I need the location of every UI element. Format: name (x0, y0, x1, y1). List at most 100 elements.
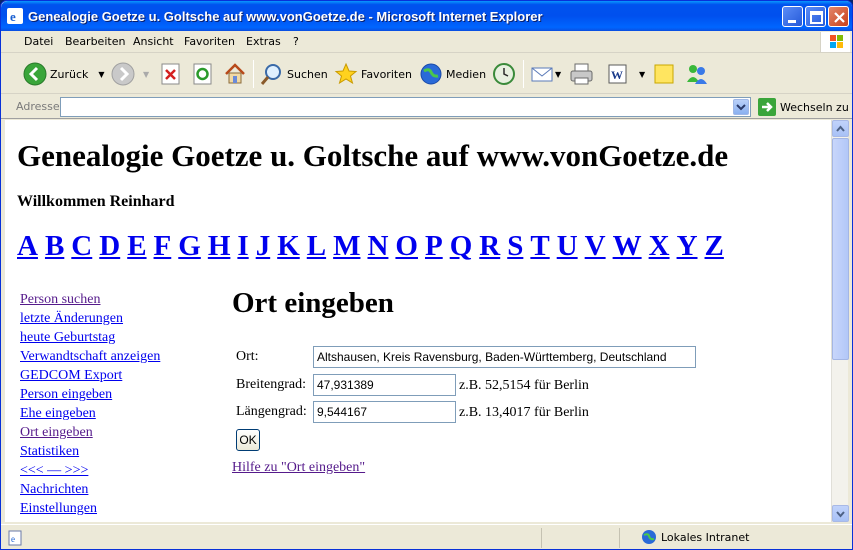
home-button[interactable] (223, 59, 247, 89)
alphabet-link-q[interactable]: Q (450, 230, 473, 262)
latitude-hint: z.B. 52,5154 für Berlin (459, 378, 589, 393)
ie-logo-icon: e (7, 8, 23, 24)
maximize-button[interactable] (805, 6, 826, 27)
alphabet-link-z[interactable]: Z (705, 230, 724, 262)
alphabet-link-m[interactable]: M (333, 230, 360, 262)
longitude-label: Längengrad: (236, 404, 307, 419)
alphabet-link-s[interactable]: S (507, 230, 523, 262)
nav-link[interactable]: heute Geburtstag (20, 328, 160, 347)
alphabet-link-k[interactable]: K (277, 230, 300, 262)
intranet-globe-icon (642, 530, 656, 544)
status-panel (619, 528, 641, 548)
nav-link[interactable]: Verwandtschaft anzeigen (20, 347, 160, 366)
menu-bearbeiten[interactable]: Bearbeiten (65, 35, 125, 48)
menu-ansicht[interactable]: Ansicht (133, 35, 174, 48)
menu-extras[interactable]: Extras (246, 35, 281, 48)
alphabet-link-g[interactable]: G (178, 230, 201, 262)
svg-text:e: e (11, 534, 15, 544)
stop-button[interactable] (160, 59, 182, 89)
home-icon (225, 63, 245, 84)
alphabet-link-d[interactable]: D (99, 230, 120, 262)
favorites-label: Favoriten (361, 67, 412, 81)
go-button[interactable]: Wechseln zu (758, 98, 849, 116)
nav-link[interactable]: Person suchen (20, 290, 160, 309)
scroll-down-button[interactable] (832, 505, 849, 522)
latitude-input[interactable]: 47,931389 (313, 374, 456, 396)
note-icon (654, 64, 674, 84)
nav-link[interactable]: Ehe eingeben (20, 404, 160, 423)
alphabet-link-o[interactable]: O (395, 230, 418, 262)
messenger-icon (687, 65, 707, 84)
favorites-star-icon (334, 62, 358, 85)
scroll-thumb[interactable] (832, 138, 849, 360)
maximize-icon (810, 11, 823, 24)
alphabet-link-j[interactable]: J (256, 230, 271, 262)
nav-link[interactable]: letzte Änderungen (20, 309, 160, 328)
minimize-button[interactable] (782, 6, 803, 27)
longitude-hint: z.B. 13,4017 für Berlin (459, 405, 589, 420)
back-dropdown-icon[interactable]: ▼ (98, 70, 104, 79)
forward-dropdown-icon[interactable]: ▼ (143, 70, 149, 79)
edit-word-button[interactable]: W ▼ (607, 59, 645, 89)
refresh-icon (193, 63, 212, 85)
ort-input[interactable]: Altshausen, Kreis Ravensburg, Baden-Würt… (313, 346, 696, 368)
history-button[interactable] (492, 59, 516, 89)
toolbar: Zurück ▼ ▼ Suchen Favoriten Medien ▼ W ▼ (1, 54, 852, 94)
nav-link[interactable]: Ort eingeben (20, 423, 160, 442)
nav-link[interactable]: Einstellungen (20, 499, 160, 518)
nav-link[interactable]: Nachrichten (20, 480, 160, 499)
alphabet-link-p[interactable]: P (425, 230, 443, 262)
media-button[interactable]: Medien (419, 59, 486, 89)
vertical-scrollbar[interactable] (831, 120, 849, 522)
alphabet-link-c[interactable]: C (71, 230, 92, 262)
messenger-button[interactable] (684, 59, 710, 89)
forward-arrow-icon (111, 62, 135, 86)
browser-window: e Genealogie Goetze u. Goltsche auf www.… (0, 0, 853, 550)
discuss-button[interactable] (652, 59, 676, 89)
ok-button[interactable]: OK (236, 429, 260, 451)
alphabet-link-a[interactable]: A (17, 230, 38, 262)
window-title: Genealogie Goetze u. Goltsche auf www.vo… (28, 9, 543, 24)
alphabet-link-i[interactable]: I (237, 230, 248, 262)
alphabet-link-h[interactable]: H (208, 230, 231, 262)
nav-link[interactable]: Statistiken (20, 442, 160, 461)
nav-link[interactable]: <<< — >>> (20, 461, 160, 480)
nav-link[interactable]: GEDCOM Export (20, 366, 160, 385)
alphabet-link-e[interactable]: E (127, 230, 146, 262)
alphabet-link-x[interactable]: X (649, 230, 670, 262)
scroll-up-button[interactable] (832, 120, 849, 137)
title-bar[interactable]: e Genealogie Goetze u. Goltsche auf www.… (1, 1, 852, 31)
alphabet-link-n[interactable]: N (367, 230, 388, 262)
longitude-input[interactable]: 9,544167 (313, 401, 456, 423)
refresh-button[interactable] (192, 59, 214, 89)
address-dropdown-button[interactable] (733, 99, 749, 115)
edit-dropdown-icon[interactable]: ▼ (639, 70, 645, 79)
close-button[interactable] (828, 6, 849, 27)
mail-button[interactable]: ▼ (530, 59, 561, 89)
mail-dropdown-icon[interactable]: ▼ (555, 70, 561, 79)
word-icon: W (608, 64, 627, 84)
alphabet-link-f[interactable]: F (154, 230, 172, 262)
back-button[interactable]: Zurück ▼ (23, 59, 105, 89)
favorites-button[interactable]: Favoriten (334, 59, 412, 89)
chevron-up-icon (836, 125, 845, 132)
menu-datei[interactable]: Datei (24, 35, 53, 48)
print-button[interactable] (569, 59, 595, 89)
chevron-down-icon (736, 104, 746, 111)
help-link[interactable]: Hilfe zu "Ort eingeben" (232, 460, 365, 476)
nav-link[interactable]: Person eingeben (20, 385, 160, 404)
forward-button[interactable]: ▼ (111, 59, 149, 89)
page-icon: e (8, 530, 22, 546)
menu-help[interactable]: ? (293, 35, 299, 48)
alphabet-link-w[interactable]: W (613, 230, 642, 262)
alphabet-link-u[interactable]: U (557, 230, 578, 262)
search-button[interactable]: Suchen (260, 59, 328, 89)
address-input[interactable] (60, 97, 751, 117)
alphabet-link-b[interactable]: B (45, 230, 64, 262)
alphabet-link-t[interactable]: T (530, 230, 549, 262)
alphabet-link-l[interactable]: L (307, 230, 326, 262)
menu-favoriten[interactable]: Favoriten (184, 35, 235, 48)
alphabet-link-y[interactable]: Y (677, 230, 698, 262)
alphabet-link-v[interactable]: V (585, 230, 606, 262)
alphabet-link-r[interactable]: R (479, 230, 500, 262)
